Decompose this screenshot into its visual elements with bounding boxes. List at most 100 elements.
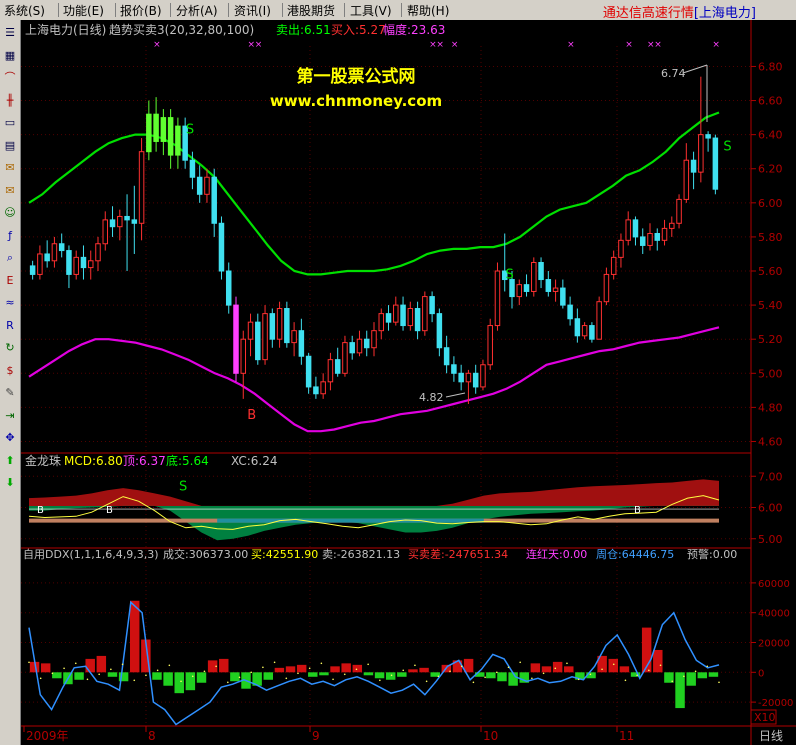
up-arrow-icon[interactable]: ⬆ — [1, 452, 19, 470]
candle-body — [705, 134, 711, 139]
sell-signal-label: S — [723, 140, 731, 155]
ddx-positive-bar — [296, 664, 307, 673]
ddx-negative-bar — [74, 672, 84, 680]
ddx-tick-label: 40000 — [758, 609, 790, 620]
price-tick-label: 6.40 — [758, 129, 783, 142]
candle-body — [247, 321, 254, 340]
menu-system[interactable]: 系统(S) — [4, 2, 45, 19]
candle-body — [305, 355, 312, 388]
fund-icon[interactable]: ƒ — [1, 227, 19, 245]
candle-body — [581, 325, 588, 337]
ddx-dot — [63, 667, 65, 670]
candle-body — [472, 372, 479, 388]
menu-function[interactable]: 功能(E) — [63, 2, 104, 19]
menu-quote[interactable]: 报价(B) — [120, 2, 162, 19]
candle-body — [603, 273, 610, 303]
search-icon[interactable]: ⌕ — [1, 249, 19, 267]
candle-body — [494, 270, 501, 327]
ddx-dot — [531, 677, 533, 680]
ddx-positive-bar — [552, 661, 563, 673]
news-icon[interactable]: ✉ — [1, 159, 19, 177]
menu-help[interactable]: 帮助(H) — [407, 2, 449, 19]
ddx-dot — [121, 663, 124, 666]
ddx-negative-bar — [263, 672, 274, 680]
candle-body — [58, 243, 65, 252]
candle-body — [632, 219, 639, 238]
candle-body — [167, 117, 174, 156]
candle-body — [596, 301, 602, 340]
candle-body — [204, 176, 210, 195]
dollar-icon[interactable]: $ — [1, 362, 19, 380]
candle-body — [647, 233, 653, 246]
tools-icon[interactable]: ✎ — [1, 384, 19, 402]
list-icon[interactable]: ☰ — [1, 24, 19, 42]
ddx-tick-label: 0 — [758, 668, 764, 679]
candle-body — [349, 342, 355, 354]
grid-icon[interactable]: ▦ — [1, 47, 19, 65]
rsi-icon[interactable]: R — [1, 317, 19, 335]
candle-body — [574, 318, 581, 337]
ddx-dot — [601, 668, 603, 671]
ddx-negative-bar — [196, 672, 207, 683]
candle-body — [240, 338, 247, 374]
users-icon[interactable]: ☺ — [1, 204, 19, 222]
menu-analysis[interactable]: 分析(A) — [176, 2, 218, 19]
ddx-positive-bar — [274, 667, 285, 673]
candle-body — [124, 215, 130, 221]
refresh-icon[interactable]: ↻ — [1, 339, 19, 357]
ddx-dot — [694, 670, 697, 673]
date-tick-label: 11 — [619, 729, 634, 743]
candle-body — [661, 227, 668, 241]
exit-icon[interactable]: ⇥ — [1, 407, 19, 425]
etf-icon[interactable]: E — [1, 272, 19, 290]
menu-hk-futures[interactable]: 港股期货 — [287, 2, 335, 19]
wave-icon[interactable]: ≈ — [1, 294, 19, 312]
candle-chart-icon[interactable]: ╫ — [1, 92, 19, 110]
ddx-dot — [180, 680, 182, 683]
ddx-dot — [367, 663, 369, 666]
ddx-dot — [343, 673, 346, 676]
ddx-positive-bar — [129, 600, 140, 673]
ddx-buy: 买:42551.90 — [251, 548, 318, 561]
price-tick-label: 6.60 — [758, 95, 783, 108]
move-icon[interactable]: ✥ — [1, 429, 19, 447]
sell-signal-label: S — [505, 267, 513, 282]
ddx-dot — [355, 668, 358, 671]
menu-info[interactable]: 资讯(I) — [234, 2, 271, 19]
ddx-negative-bar — [52, 672, 62, 679]
candle-body — [276, 308, 283, 340]
amplitude: 幅度:23.63 — [383, 22, 445, 37]
top-mark: × — [654, 40, 662, 50]
ddx-dot — [542, 672, 545, 675]
down-arrow-icon[interactable]: ⬇ — [1, 474, 19, 492]
ddx-dot — [648, 669, 650, 672]
low-annotation: 4.82 — [419, 391, 444, 404]
high-annotation: 6.74 — [661, 67, 686, 80]
ddx-dot — [297, 672, 299, 675]
ddx-dot — [273, 661, 276, 664]
ddx-positive-bar — [341, 663, 351, 673]
line-chart-icon[interactable]: ⌒ — [1, 69, 19, 87]
ddx-dot — [589, 673, 592, 676]
ddx-tick-label: 20000 — [758, 639, 790, 650]
candle-body — [443, 347, 450, 366]
ddx-dot — [437, 675, 440, 678]
candle-body — [625, 219, 631, 241]
candle-body — [683, 159, 690, 200]
table-icon[interactable]: ▤ — [1, 137, 19, 155]
app-title-prefix: 通达信高速行情 — [602, 6, 694, 21]
ddx-sell: 卖:-263821.13 — [322, 548, 400, 561]
ddx-negative-bar — [374, 672, 385, 679]
ddx-dot — [683, 675, 685, 678]
ddx-diff: 买卖差:-247651.34 — [408, 547, 508, 561]
stock-chart[interactable]: 上海电力(日线) 趋势买卖3(20,32,80,100) 卖出:6.51 买入:… — [21, 20, 796, 745]
menu-tools[interactable]: 工具(V) — [350, 2, 392, 19]
ddx-dot — [390, 674, 393, 677]
period-label[interactable]: 日线 — [759, 729, 783, 743]
mail-icon[interactable]: ✉ — [1, 182, 19, 200]
ddx-volume: 成交:306373.00 — [163, 547, 248, 561]
mcd-bottom-level-alt — [217, 518, 484, 523]
candle-body — [567, 304, 573, 320]
window-icon[interactable]: ▭ — [1, 114, 19, 132]
sell-price: 卖出:6.51 — [276, 23, 331, 37]
